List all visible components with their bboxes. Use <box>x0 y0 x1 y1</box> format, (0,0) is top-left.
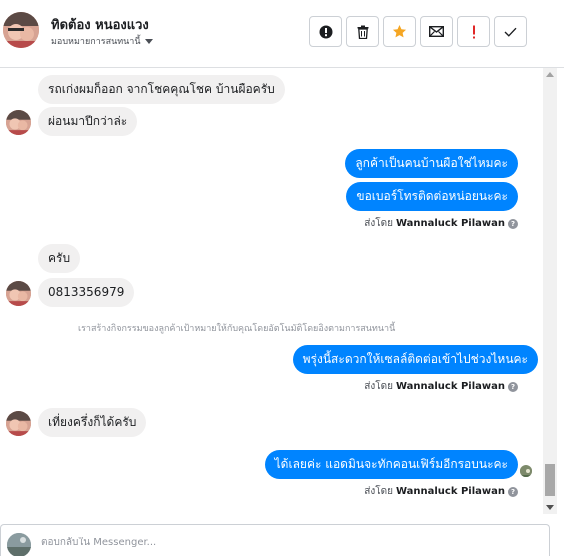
envelope-icon <box>429 26 444 37</box>
scroll-thumb[interactable] <box>545 464 555 496</box>
contact-avatar[interactable] <box>3 12 39 48</box>
follow-up-button[interactable] <box>457 16 490 47</box>
incoming-message[interactable]: รถเก่งผมก็ออก จากโชคคุณโชค บ้านผือครับ <box>38 75 285 104</box>
sent-by-prefix: ส่งโดย <box>364 381 393 392</box>
sent-by-label: ส่งโดย Wannaluck Pilawan ? <box>364 379 518 394</box>
star-button[interactable] <box>383 16 416 47</box>
mark-unread-button[interactable] <box>420 16 453 47</box>
seen-avatar-icon <box>520 465 532 477</box>
system-note: เราสร้างกิจกรรมของลูกค้าเป้าหมายให้กับคุ… <box>78 324 396 334</box>
mark-spam-button[interactable] <box>309 16 342 47</box>
exclamation-circle-icon <box>319 25 332 38</box>
contact-avatar-small[interactable] <box>6 411 31 436</box>
page-avatar <box>7 533 31 556</box>
incoming-message[interactable]: ครับ <box>38 244 81 273</box>
caret-down-icon <box>144 38 153 44</box>
trash-icon <box>357 25 368 39</box>
conversation-toolbar <box>309 16 527 47</box>
contact-name[interactable]: ทิดต้อง หนองแวง <box>51 14 149 35</box>
mark-done-button[interactable] <box>494 16 527 47</box>
sent-by-prefix: ส่งโดย <box>364 218 393 229</box>
sender-name[interactable]: Wannaluck Pilawan <box>396 486 505 497</box>
sender-name[interactable]: Wannaluck Pilawan <box>396 381 505 392</box>
incoming-message[interactable]: เที่ยงครึ่งก็ได้ครับ <box>38 408 147 437</box>
help-icon[interactable]: ? <box>508 381 518 392</box>
sent-by-prefix: ส่งโดย <box>364 486 393 497</box>
conversation-header: ทิดต้อง หนองแวง มอบหมายการสนทนานี้ <box>0 0 564 68</box>
assign-conversation-dropdown[interactable]: มอบหมายการสนทนานี้ <box>51 34 153 48</box>
reply-input[interactable] <box>41 537 441 548</box>
help-icon[interactable]: ? <box>508 486 518 497</box>
scroll-up-icon[interactable] <box>546 72 554 77</box>
sent-by-label: ส่งโดย Wannaluck Pilawan ? <box>364 216 518 231</box>
outgoing-message[interactable]: ได้เลยค่ะ แอดมินจะทักคอนเฟิร์มอีกรอบนะคะ <box>264 450 518 479</box>
thread-scrollbar[interactable] <box>543 68 557 514</box>
incoming-message[interactable]: ผ่อนมาปีกว่าล่ะ <box>38 107 138 136</box>
exclamation-icon <box>472 25 475 38</box>
outgoing-message[interactable]: ขอเบอร์โทรติดต่อหน่อยนะคะ <box>346 182 518 211</box>
check-icon <box>504 27 517 37</box>
incoming-message[interactable]: 0813356979 <box>38 278 135 307</box>
delete-button[interactable] <box>346 16 379 47</box>
contact-avatar-small[interactable] <box>6 110 31 135</box>
star-icon <box>392 24 407 38</box>
sent-by-label: ส่งโดย Wannaluck Pilawan ? <box>364 484 518 499</box>
sender-name[interactable]: Wannaluck Pilawan <box>396 218 505 229</box>
help-icon[interactable]: ? <box>508 218 518 229</box>
outgoing-message[interactable]: ลูกค้าเป็นคนบ้านผือใช่ไหมคะ <box>345 149 518 178</box>
scroll-down-icon[interactable] <box>546 505 554 510</box>
assign-conversation-label: มอบหมายการสนทนานี้ <box>51 37 141 47</box>
outgoing-message[interactable]: พรุ่งนี้สะดวกให้เซลล์ติดต่อเข้าไปช่วงไหน… <box>292 345 538 374</box>
reply-composer <box>0 524 550 556</box>
contact-avatar-small[interactable] <box>6 281 31 306</box>
